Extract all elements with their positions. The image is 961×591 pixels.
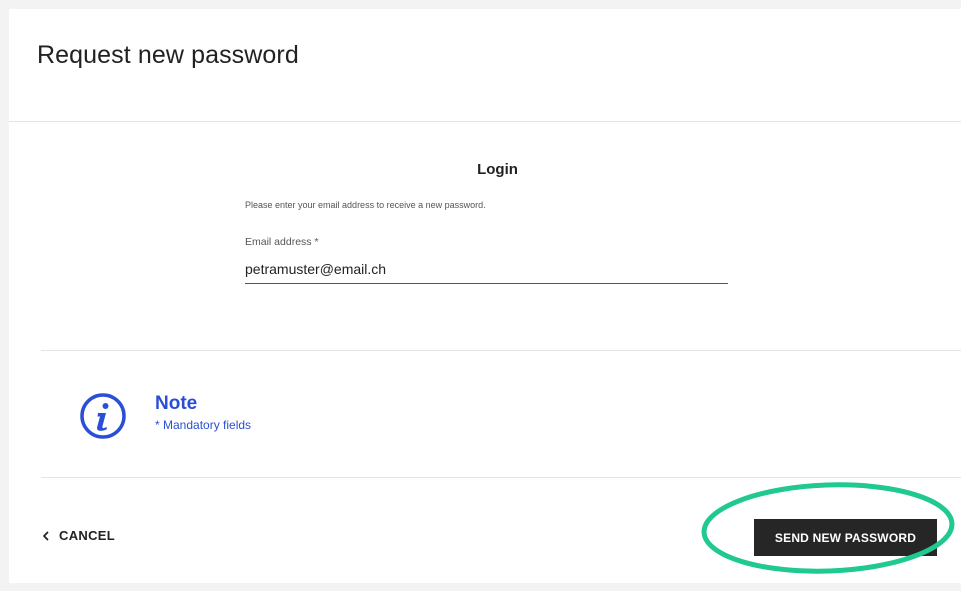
email-field[interactable] [245, 255, 728, 284]
mandatory-fields-note: * Mandatory fields [155, 418, 252, 432]
info-icon [80, 393, 126, 439]
form-divider [41, 350, 961, 351]
login-heading: Login [477, 161, 518, 178]
header-divider [9, 121, 961, 122]
request-password-card: Request new password Login Please enter … [9, 9, 961, 583]
page-title: Request new password [37, 41, 299, 69]
send-new-password-button[interactable]: SEND NEW PASSWORD [754, 519, 937, 556]
note-title: Note [155, 393, 198, 414]
cancel-button[interactable]: CANCEL [41, 528, 115, 543]
actions-divider [41, 477, 961, 478]
chevron-left-icon [43, 531, 49, 540]
instruction-text: Please enter your email address to recei… [245, 200, 486, 210]
email-label: Email address * [245, 236, 319, 248]
cancel-label: CANCEL [59, 528, 115, 543]
